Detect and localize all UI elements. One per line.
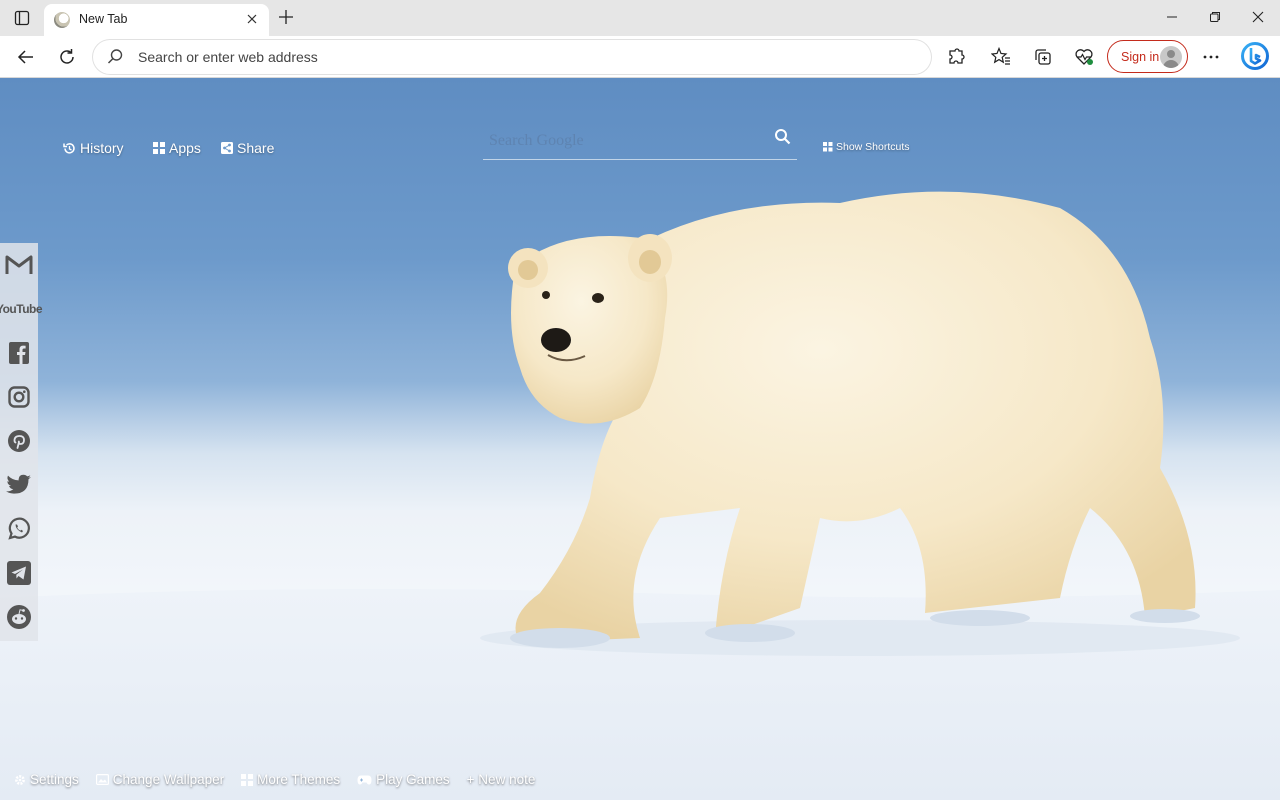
facebook-icon: [9, 342, 29, 364]
history-icon: [63, 142, 75, 154]
google-search-box: [483, 122, 797, 160]
browser-tab[interactable]: New Tab: [44, 4, 269, 36]
minimize-icon: [1167, 16, 1177, 18]
pinterest-link[interactable]: [0, 423, 38, 459]
history-link[interactable]: History: [63, 140, 124, 156]
address-bar[interactable]: [93, 40, 931, 74]
address-input[interactable]: [138, 47, 898, 67]
wallpaper-icon: [95, 774, 109, 785]
play-games-label: Play Games: [376, 772, 450, 787]
restore-button[interactable]: [1195, 5, 1235, 29]
pinterest-icon: [8, 430, 30, 452]
telegram-link[interactable]: [0, 555, 38, 591]
close-icon: [247, 14, 257, 24]
instagram-icon: [8, 386, 30, 408]
refresh-button[interactable]: [53, 43, 81, 71]
settings-label: Settings: [30, 772, 79, 787]
collections-icon: [1035, 49, 1051, 65]
facebook-link[interactable]: [0, 335, 38, 371]
show-shortcuts-label: Show Shortcuts: [836, 141, 910, 153]
gmail-icon: [5, 255, 33, 274]
apps-link[interactable]: Apps: [153, 140, 201, 156]
telegram-icon: [7, 561, 31, 585]
history-label: History: [80, 140, 124, 156]
puzzle-icon: [949, 48, 965, 64]
favorites-star-icon: [991, 47, 1010, 65]
more-themes-link[interactable]: More Themes: [241, 772, 340, 787]
reddit-icon: [7, 605, 31, 629]
sign-in-label: Sign in: [1121, 50, 1160, 64]
reddit-link[interactable]: [0, 599, 38, 635]
heart-pulse-icon: [1075, 49, 1093, 65]
apps-grid-icon: [153, 142, 165, 154]
instagram-link[interactable]: [0, 379, 38, 415]
new-note-label: + New note: [466, 772, 536, 787]
new-tab-page: History Apps Share Show Shortcuts YouTub…: [0, 78, 1280, 800]
more-dots-icon: [1203, 55, 1219, 59]
tab-actions-icon: [14, 10, 30, 26]
play-games-link[interactable]: Play Games: [357, 772, 450, 787]
gmail-link[interactable]: [0, 247, 38, 283]
shortcuts-grid-icon: [823, 142, 833, 152]
social-sidebar: YouTube: [0, 243, 43, 641]
back-button[interactable]: [12, 43, 40, 71]
google-search-input[interactable]: [489, 130, 759, 152]
tab-close-button[interactable]: [243, 10, 261, 28]
favorites-button[interactable]: [987, 43, 1015, 71]
change-wallpaper-link[interactable]: Change Wallpaper: [95, 772, 225, 787]
whatsapp-link[interactable]: [0, 511, 38, 547]
bottom-toolbar: Settings Change Wallpaper More Themes Pl…: [14, 772, 535, 787]
twitter-link[interactable]: [0, 467, 38, 503]
close-window-button[interactable]: [1238, 5, 1278, 29]
profile-avatar-icon: [1160, 46, 1182, 68]
tab-title: New Tab: [79, 12, 128, 26]
browser-toolbar: Sign in: [0, 36, 1280, 78]
plus-icon: [279, 10, 293, 24]
new-tab-button[interactable]: [275, 6, 297, 28]
restore-icon: [1210, 12, 1220, 22]
back-arrow-icon: [17, 50, 33, 64]
minimize-button[interactable]: [1152, 5, 1192, 29]
twitter-icon: [6, 474, 31, 494]
tab-actions-button[interactable]: [10, 7, 34, 29]
themes-grid-icon: [241, 773, 254, 786]
more-themes-label: More Themes: [257, 772, 341, 787]
refresh-icon: [60, 49, 74, 64]
share-label: Share: [237, 140, 275, 156]
bing-logo-icon: [1241, 42, 1269, 70]
apps-label: Apps: [169, 140, 201, 156]
settings-link[interactable]: Settings: [14, 772, 79, 787]
youtube-link[interactable]: YouTube: [0, 291, 43, 327]
search-icon: [107, 49, 123, 64]
gamepad-icon: [357, 775, 372, 784]
share-link[interactable]: Share: [221, 140, 274, 156]
collections-button[interactable]: [1029, 43, 1057, 71]
show-shortcuts-button[interactable]: Show Shortcuts: [823, 141, 910, 153]
bing-copilot-button[interactable]: [1240, 39, 1270, 73]
browser-essentials-button[interactable]: [1070, 43, 1098, 71]
youtube-icon: YouTube: [0, 302, 43, 316]
whatsapp-icon: [8, 517, 30, 540]
more-menu-button[interactable]: [1197, 43, 1225, 71]
close-window-icon: [1252, 11, 1264, 23]
search-icon[interactable]: [774, 128, 791, 145]
tab-strip: New Tab: [0, 0, 1280, 36]
sign-in-button[interactable]: Sign in: [1107, 40, 1188, 73]
share-icon: [221, 142, 233, 154]
polar-bear-wallpaper: [0, 191, 1280, 800]
extensions-button[interactable]: [942, 43, 970, 71]
change-wallpaper-label: Change Wallpaper: [112, 772, 225, 787]
new-note-link[interactable]: + New note: [467, 772, 536, 787]
gear-icon: [15, 774, 25, 785]
youtube-icon-text: YouTube: [0, 302, 43, 316]
tab-favicon-icon: [54, 12, 70, 28]
